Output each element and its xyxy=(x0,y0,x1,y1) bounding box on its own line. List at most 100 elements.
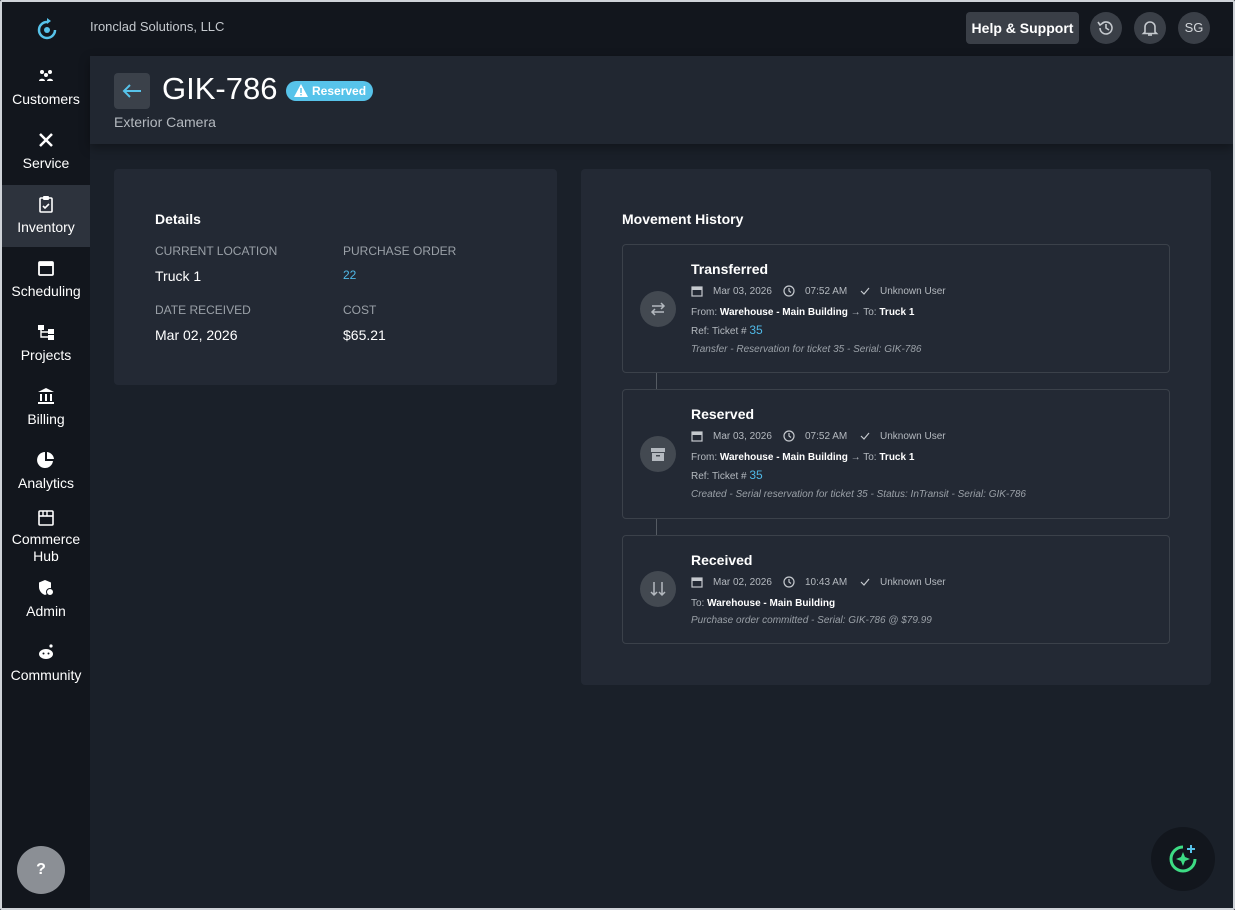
movement-user: Unknown User xyxy=(880,577,946,588)
clock-icon xyxy=(783,576,795,588)
sidebar-item-customers[interactable]: Customers xyxy=(2,57,90,119)
avatar[interactable]: SG xyxy=(1178,12,1210,44)
timeline-connector xyxy=(656,373,657,389)
page-header: GIK-786 Reserved Exterior Camera xyxy=(90,56,1233,144)
details-title: Details xyxy=(155,211,201,227)
calendar-icon xyxy=(38,261,54,276)
sidebar-item-label: Inventory xyxy=(17,219,75,235)
movement-time: 07:52 AM xyxy=(805,431,848,442)
sidebar-item-analytics[interactable]: Analytics xyxy=(2,441,90,503)
movement-user: Unknown User xyxy=(880,431,946,442)
movement-title: Transferred xyxy=(691,261,769,277)
customers-icon xyxy=(39,70,53,81)
cost-value: $65.21 xyxy=(343,327,386,343)
ticket-link[interactable]: 35 xyxy=(749,468,762,482)
warning-icon xyxy=(294,84,308,97)
sidebar-item-label: Billing xyxy=(27,411,65,427)
sidebar-item-label: Commerce Hub xyxy=(11,531,81,564)
movement-type-badge xyxy=(640,436,676,472)
current-location-label: CURRENT LOCATION xyxy=(155,244,278,258)
movement-history-panel: Movement History Transferred Mar 03, 202… xyxy=(581,169,1211,685)
sidebar-item-billing[interactable]: Billing xyxy=(2,377,90,439)
movement-route: To: Warehouse - Main Building xyxy=(691,598,836,609)
sidebar-item-commerce-hub[interactable]: Commerce Hub xyxy=(2,505,90,571)
movement-route: From: Warehouse - Main Building → To: Tr… xyxy=(691,307,915,318)
movement-history-title: Movement History xyxy=(622,211,744,227)
movement-type-badge xyxy=(640,571,676,607)
movement-title: Reserved xyxy=(691,406,755,422)
back-button[interactable] xyxy=(114,73,150,109)
notifications-button[interactable] xyxy=(1134,12,1166,44)
check-icon xyxy=(860,432,870,440)
movement-time: 07:52 AM xyxy=(805,286,848,297)
transfer-icon xyxy=(650,302,666,316)
assistant-sparkle-icon xyxy=(1169,845,1197,873)
sidebar-item-label: Service xyxy=(22,155,70,171)
service-icon xyxy=(39,133,53,147)
ai-assistant-button[interactable] xyxy=(1151,827,1215,891)
check-icon xyxy=(860,287,870,295)
help-button[interactable]: ? xyxy=(17,846,65,894)
sidebar-item-label: Customers xyxy=(12,91,80,107)
billing-icon xyxy=(38,388,54,404)
sidebar-item-inventory[interactable]: Inventory xyxy=(2,185,90,247)
app-logo-icon[interactable] xyxy=(36,16,58,42)
sidebar-item-label: Scheduling xyxy=(11,283,81,299)
status-badge: Reserved xyxy=(286,81,374,101)
projects-icon xyxy=(38,325,54,340)
movement-date: Mar 03, 2026 xyxy=(713,286,772,297)
movement-note: Purchase order committed - Serial: GIK-7… xyxy=(691,615,932,626)
sidebar-item-service[interactable]: Service xyxy=(2,121,90,183)
arrow-left-icon xyxy=(122,84,141,98)
purchase-order-label: PURCHASE ORDER xyxy=(343,244,457,258)
current-location-value: Truck 1 xyxy=(155,268,202,284)
movement-time: 10:43 AM xyxy=(805,577,848,588)
storefront-icon xyxy=(38,510,54,526)
community-icon xyxy=(39,644,53,659)
sidebar-item-admin[interactable]: Admin xyxy=(2,569,90,631)
receive-icon xyxy=(650,582,666,597)
movement-date: Mar 03, 2026 xyxy=(713,431,772,442)
details-panel: Details CURRENT LOCATION Truck 1 PURCHAS… xyxy=(114,169,557,385)
sidebar-item-label: Analytics xyxy=(17,475,75,491)
sidebar-item-label: Community xyxy=(10,667,82,683)
topbar: Ironclad Solutions, LLC Help & Support S… xyxy=(90,2,1233,56)
sidebar-item-scheduling[interactable]: Scheduling xyxy=(2,249,90,311)
calendar-icon xyxy=(691,286,703,297)
sidebar: Customers Service Inventory Scheduling P… xyxy=(2,2,90,908)
movement-ref: Ref: Ticket # 35 xyxy=(691,468,763,482)
movement-user: Unknown User xyxy=(880,286,946,297)
company-name: Ironclad Solutions, LLC xyxy=(90,19,225,34)
ticket-link[interactable]: 35 xyxy=(749,323,762,337)
calendar-icon xyxy=(691,431,703,442)
history-button[interactable] xyxy=(1090,12,1122,44)
movement-note: Transfer - Reservation for ticket 35 - S… xyxy=(691,344,922,355)
admin-icon xyxy=(39,580,54,596)
sidebar-item-community[interactable]: Community xyxy=(2,633,90,695)
timeline-connector xyxy=(656,519,657,535)
archive-icon xyxy=(651,448,665,461)
sidebar-item-label: Admin xyxy=(26,603,66,619)
calendar-icon xyxy=(691,577,703,588)
movement-date: Mar 02, 2026 xyxy=(713,577,772,588)
movement-ref: Ref: Ticket # 35 xyxy=(691,323,763,337)
bell-icon xyxy=(1141,21,1159,36)
movement-entry: Reserved Mar 03, 2026 07:52 AM Unknown U… xyxy=(622,389,1170,519)
date-received-label: DATE RECEIVED xyxy=(155,303,251,317)
analytics-icon xyxy=(37,452,54,468)
movement-title: Received xyxy=(691,552,753,568)
page-title: GIK-786 xyxy=(162,71,278,106)
movement-type-badge xyxy=(640,291,676,327)
inventory-icon xyxy=(39,196,53,213)
clock-icon xyxy=(783,430,795,442)
movement-route: From: Warehouse - Main Building → To: Tr… xyxy=(691,452,915,463)
movement-entry: Transferred Mar 03, 2026 07:52 AM Unknow… xyxy=(622,244,1170,373)
check-icon xyxy=(860,578,870,586)
movement-note: Created - Serial reservation for ticket … xyxy=(691,489,1026,500)
movement-entry: Received Mar 02, 2026 10:43 AM Unknown U… xyxy=(622,535,1170,644)
help-support-button[interactable]: Help & Support xyxy=(966,12,1079,44)
clock-icon xyxy=(783,285,795,297)
purchase-order-link[interactable]: 22 xyxy=(343,268,356,282)
history-icon xyxy=(1097,21,1113,35)
sidebar-item-projects[interactable]: Projects xyxy=(2,313,90,375)
